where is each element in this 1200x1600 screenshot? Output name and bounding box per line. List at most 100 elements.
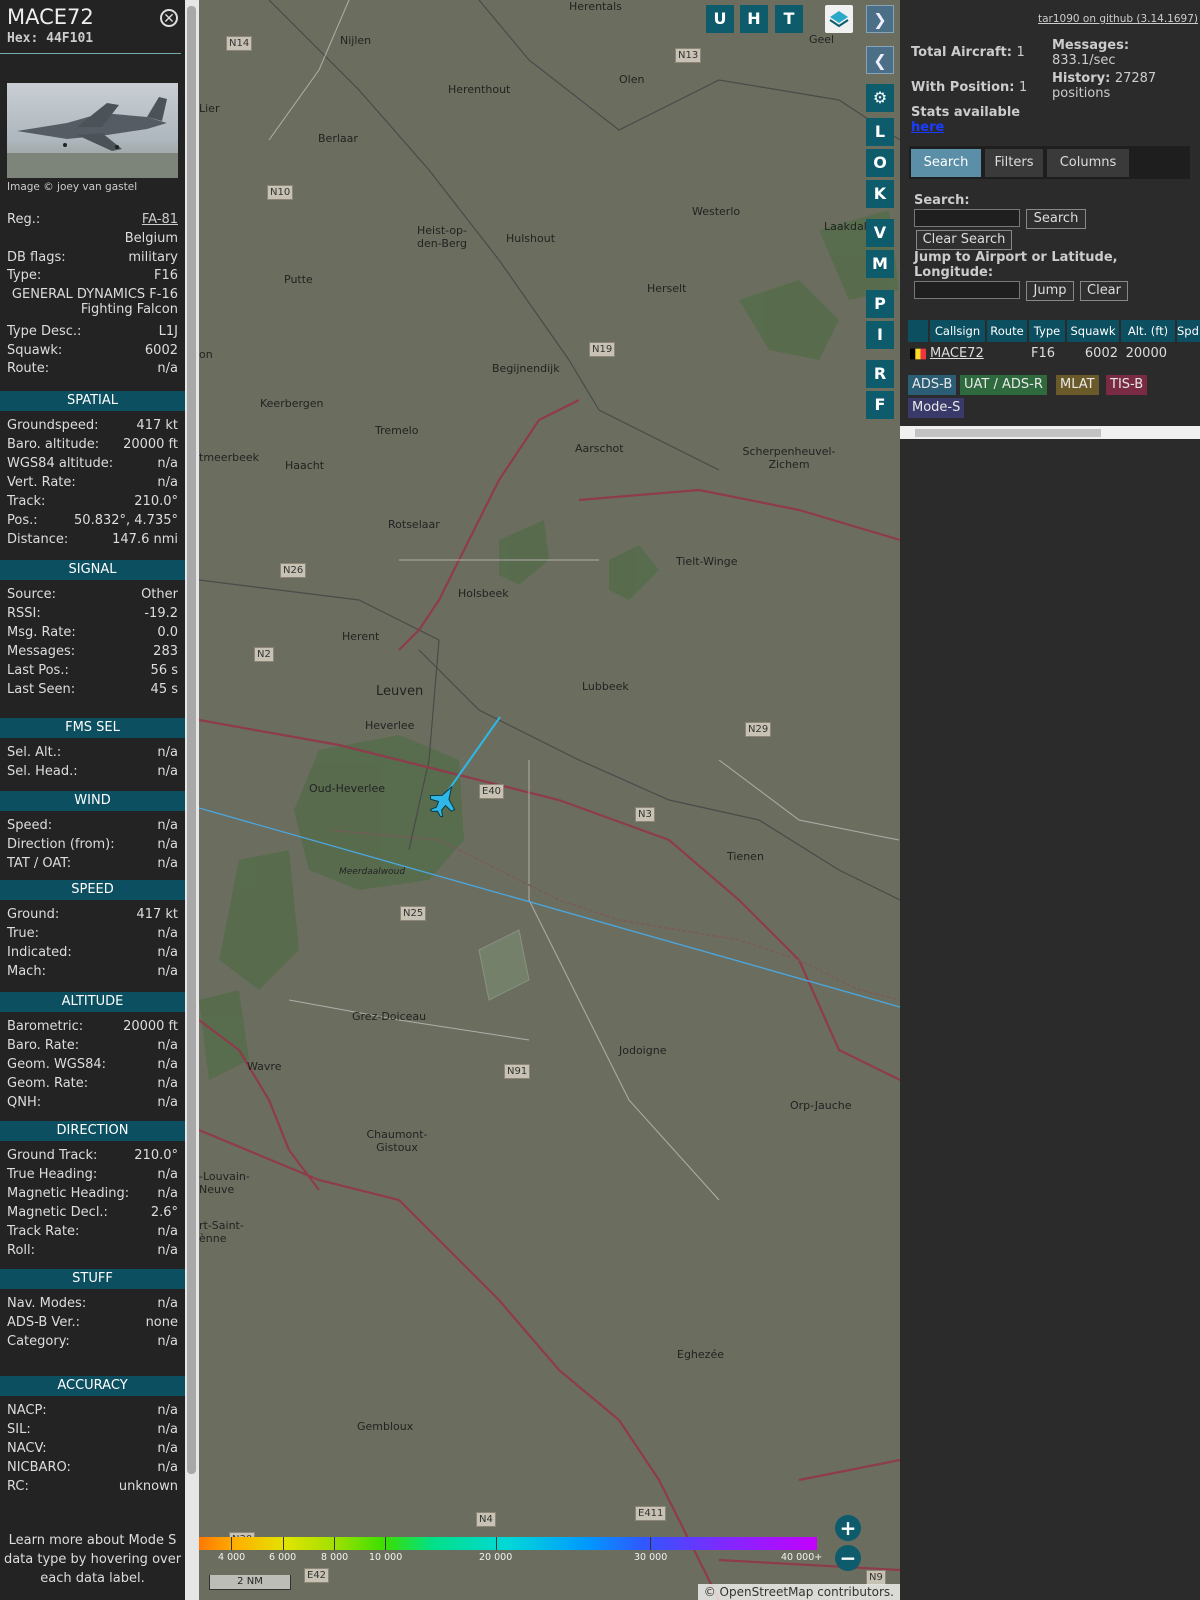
town-label: Herselt [647, 282, 687, 295]
info-label: Category: [7, 1334, 70, 1349]
info-value: n/a [157, 1403, 178, 1418]
info-label: Speed: [7, 818, 53, 833]
search-input[interactable] [914, 209, 1020, 227]
info-row: Magnetic Decl.: 2.6° [7, 1205, 178, 1224]
town-label: Tremelo [375, 424, 419, 437]
section-header-wind: WIND [0, 791, 185, 811]
aircraft-photo[interactable] [7, 83, 178, 178]
scroll-thumb[interactable] [187, 6, 196, 1474]
toggle-button-p[interactable]: P [866, 290, 894, 318]
info-label: Squawk: [7, 343, 63, 358]
toggle-button-k[interactable]: K [866, 180, 894, 208]
toggle-button-h[interactable]: H [740, 5, 768, 33]
info-value: military [128, 250, 178, 265]
chevron-right-icon[interactable]: ❯ [866, 5, 894, 33]
tab-search[interactable]: Search [911, 149, 981, 177]
toggle-button-m[interactable]: M [866, 250, 894, 278]
clear-button[interactable]: Clear [1080, 281, 1128, 301]
town-label: Westerlo [692, 205, 741, 218]
scale-label: 10 000 [369, 1552, 403, 1563]
town-label: Scherpenheuvel-Zichem [742, 445, 836, 471]
zoom-in-icon[interactable]: + [835, 1515, 861, 1541]
info-row: NICBARO: n/a [7, 1460, 178, 1479]
info-value: n/a [157, 1057, 178, 1072]
info-value: 6002 [144, 343, 178, 358]
toggle-button-f[interactable]: F [866, 391, 894, 419]
map-view[interactable]: Herentals Geel Nijlen Olen Herenthout Li… [199, 0, 900, 1600]
table-header-speed[interactable]: Spd. [1177, 320, 1200, 342]
table-header-flag[interactable] [908, 320, 928, 342]
table-header-altitude[interactable]: Alt. (ft) [1121, 320, 1175, 342]
info-value: 2.6° [150, 1205, 178, 1220]
table-header-squawk[interactable]: Squawk [1067, 320, 1119, 342]
toggle-button-i[interactable]: I [866, 321, 894, 349]
stat-label: History: [1052, 71, 1111, 86]
panel-tabs: Search Filters Columns [909, 146, 1190, 179]
table-header-callsign[interactable]: Callsign [930, 320, 985, 342]
help-note: Learn more about Mode S data type by hov… [3, 1533, 182, 1586]
toggle-button-t[interactable]: T [775, 5, 803, 33]
stats-link[interactable]: here [911, 120, 944, 135]
info-value: 283 [153, 644, 178, 659]
info-value: n/a [157, 1224, 178, 1239]
info-value: n/a [157, 475, 178, 490]
tab-columns[interactable]: Columns [1047, 149, 1129, 177]
gear-icon[interactable]: ⚙ [866, 84, 894, 112]
table-horizontal-scrollbar[interactable] [900, 426, 1200, 439]
info-row: Indicated: n/a [7, 945, 178, 964]
town-label: Eghezée [677, 1348, 724, 1361]
jump-button[interactable]: Jump [1026, 281, 1074, 301]
jump-input[interactable] [914, 281, 1020, 299]
layers-icon[interactable] [825, 5, 853, 33]
info-value: Other [141, 587, 178, 602]
info-row: Baro. Rate: n/a [7, 1038, 178, 1057]
scroll-thumb[interactable] [915, 429, 1101, 437]
info-label: True Heading: [7, 1167, 98, 1182]
toggle-button-v[interactable]: V [866, 219, 894, 247]
info-row: ADS-B Ver.: none [7, 1315, 178, 1334]
info-value: n/a [157, 1076, 178, 1091]
info-row: Distance: 147.6 nmi [7, 532, 178, 551]
aircraft-icon[interactable] [429, 783, 459, 817]
clear-search-button[interactable]: Clear Search [916, 230, 1012, 250]
toggle-button-r[interactable]: R [866, 360, 894, 388]
info-label: Baro. Rate: [7, 1038, 80, 1053]
left-panel-scrollbar[interactable] [185, 0, 199, 1600]
scale-label: 8 000 [321, 1552, 349, 1563]
info-row: Nav. Modes: n/a [7, 1296, 178, 1315]
badge-uat: UAT / ADS-R [960, 375, 1047, 395]
close-icon[interactable]: ✕ [160, 9, 178, 27]
toggle-button-o[interactable]: O [866, 149, 894, 177]
search-button[interactable]: Search [1026, 209, 1086, 229]
chevron-left-icon[interactable]: ❮ [866, 46, 894, 74]
town-label: Herentals [569, 0, 622, 13]
row-callsign[interactable]: MACE72 [930, 345, 984, 363]
info-row: Reg.: FA-81 [7, 212, 178, 231]
messages-stat: Messages: 833.1/sec [1052, 38, 1192, 68]
tab-filters[interactable]: Filters [985, 149, 1043, 177]
info-value: n/a [157, 361, 178, 376]
section-header-stuff: STUFF [0, 1269, 185, 1289]
info-label: Track Rate: [7, 1224, 80, 1239]
stat-label: Total Aircraft: [911, 45, 1012, 60]
zoom-out-icon[interactable]: − [835, 1545, 861, 1571]
table-header-route[interactable]: Route [987, 320, 1027, 342]
road-label: N14 [226, 36, 253, 51]
flag-belgium-icon [910, 345, 926, 363]
section-header-fms: FMS SEL [0, 718, 185, 738]
info-row: Source: Other [7, 587, 178, 606]
toggle-button-u[interactable]: U [706, 5, 734, 33]
info-value[interactable]: FA-81 [142, 212, 178, 227]
town-label: Heverlee [365, 719, 415, 732]
divider [0, 53, 181, 54]
map-attribution[interactable]: © OpenStreetMap contributors. [697, 1584, 900, 1600]
total-aircraft-stat: Total Aircraft: 1 [911, 45, 1025, 60]
info-label: NACV: [7, 1441, 47, 1456]
info-value: n/a [157, 926, 178, 941]
town-label: Tielt-Winge [676, 555, 738, 568]
table-header-type[interactable]: Type [1029, 320, 1065, 342]
info-row: Route: n/a [7, 361, 178, 380]
info-label: Msg. Rate: [7, 625, 76, 640]
toggle-button-l[interactable]: L [866, 118, 894, 146]
github-link[interactable]: tar1090 on github (3.14.1697) [1038, 13, 1198, 25]
